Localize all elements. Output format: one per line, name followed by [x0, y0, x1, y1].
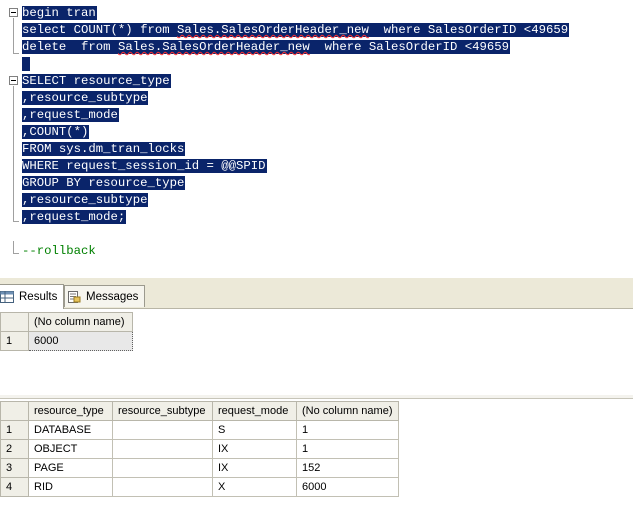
grid-cell[interactable]: DATABASE [28, 420, 113, 440]
code-line-2: select COUNT(*) from Sales.SalesOrderHea… [22, 23, 570, 37]
code-line-3: delete from Sales.SalesOrderHeader_new w… [22, 40, 511, 54]
row-number[interactable]: 1 [0, 420, 29, 440]
column-header[interactable]: request_mode [212, 401, 297, 421]
fold-line [13, 86, 14, 221]
grid-cell[interactable]: 1 [296, 420, 399, 440]
grid-cell[interactable]: 1 [296, 439, 399, 459]
fold-end [13, 221, 19, 222]
table-row[interactable]: 1 DATABASE S 1 [0, 420, 399, 440]
results-pane: (No column name) 1 6000 resource_type re… [0, 309, 633, 506]
grid-cell[interactable]: IX [212, 458, 297, 478]
grid-cell[interactable]: OBJECT [28, 439, 113, 459]
grid-cell[interactable]: 6000 [28, 331, 133, 351]
grid-cell[interactable] [112, 420, 213, 440]
table-row[interactable]: 1 6000 [0, 331, 133, 351]
code-line-13: ,request_mode; [22, 210, 127, 224]
row-number[interactable]: 2 [0, 439, 29, 459]
tab-results[interactable]: Results [0, 284, 65, 309]
code-line-10: WHERE request_session_id = @@SPID [22, 159, 267, 173]
grid-cell[interactable]: PAGE [28, 458, 113, 478]
query-editor[interactable]: begin tran select COUNT(*) from Sales.Sa… [0, 0, 633, 264]
code-line-6: ,resource_subtype [22, 91, 149, 105]
column-header[interactable]: resource_subtype [112, 401, 213, 421]
grid-cell[interactable]: 6000 [296, 477, 399, 497]
row-number[interactable]: 1 [0, 331, 29, 351]
code-line-11: GROUP BY resource_type [22, 176, 186, 190]
code-line-15: --rollback [22, 244, 96, 258]
fold-line [13, 241, 14, 253]
row-header-corner [0, 401, 29, 421]
grid-cell[interactable]: X [212, 477, 297, 497]
messages-icon [68, 290, 81, 303]
column-header[interactable]: resource_type [28, 401, 113, 421]
editor-gutter [0, 0, 22, 264]
row-number[interactable]: 3 [0, 458, 29, 478]
code-line-7: ,request_mode [22, 108, 119, 122]
result-grid-2[interactable]: resource_type resource_subtype request_m… [0, 401, 399, 497]
collapse-toggle-icon[interactable] [9, 8, 18, 17]
table-row[interactable]: 3 PAGE IX 152 [0, 458, 399, 478]
code-line-1: begin tran [22, 6, 97, 20]
grid-cell[interactable] [112, 439, 213, 459]
code-line-9: FROM sys.dm_tran_locks [22, 142, 186, 156]
table-row[interactable]: 4 RID X 6000 [0, 477, 399, 497]
column-header[interactable]: (No column name) [296, 401, 399, 421]
fold-end [13, 253, 19, 254]
grid-cell[interactable]: RID [28, 477, 113, 497]
grid-cell[interactable] [112, 477, 213, 497]
code-line-5: SELECT resource_type [22, 74, 171, 88]
tab-messages[interactable]: Messages [64, 285, 146, 307]
row-header-corner [0, 312, 29, 332]
grid-cell[interactable]: S [212, 420, 297, 440]
tab-results-label: Results [19, 291, 58, 303]
grid-splitter[interactable] [0, 395, 633, 399]
grid-cell[interactable] [112, 458, 213, 478]
grid-cell[interactable]: IX [212, 439, 297, 459]
collapse-toggle-icon[interactable] [9, 76, 18, 85]
fold-line [13, 18, 14, 53]
row-number[interactable]: 4 [0, 477, 29, 497]
column-header[interactable]: (No column name) [28, 312, 133, 332]
result-grid-1[interactable]: (No column name) 1 6000 [0, 312, 133, 351]
code-line-12: ,resource_subtype [22, 193, 149, 207]
grid-cell[interactable]: 152 [296, 458, 399, 478]
table-row[interactable]: 2 OBJECT IX 1 [0, 439, 399, 459]
results-tab-strip: Results Messages [0, 278, 633, 309]
grid-icon [0, 291, 14, 303]
code-line-4 [22, 56, 31, 73]
tab-messages-label: Messages [86, 290, 139, 303]
code-line-8: ,COUNT(*) [22, 125, 90, 139]
fold-end [13, 53, 19, 54]
